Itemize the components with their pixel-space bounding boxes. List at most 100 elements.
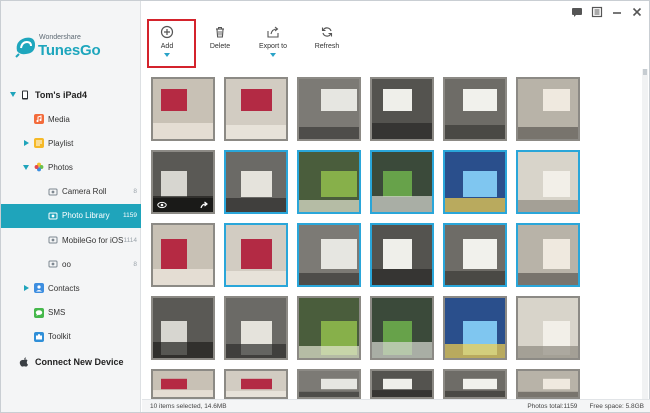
photo-image xyxy=(372,225,432,285)
photo-thumbnail[interactable] xyxy=(224,296,288,360)
photo-thumbnail[interactable] xyxy=(516,77,580,141)
sidebar-item-media[interactable]: Media xyxy=(1,107,141,131)
status-bar: 10 items selected, 14.6MB Photos total:1… xyxy=(142,399,650,412)
photo-image xyxy=(226,152,286,212)
photo-thumbnail[interactable] xyxy=(443,223,507,287)
sidebar-item-label: SMS xyxy=(48,308,66,318)
photo-thumbnail[interactable] xyxy=(443,369,507,399)
thumbnail-actions xyxy=(153,198,213,212)
photo-thumbnail[interactable] xyxy=(297,77,361,141)
toolbar: Add Delete Export to Refresh xyxy=(142,17,649,69)
add-highlight-box xyxy=(147,19,196,68)
photo-thumbnail[interactable] xyxy=(370,369,434,399)
photo-image xyxy=(299,371,359,397)
expand-arrow-icon[interactable] xyxy=(24,140,29,147)
photo-image xyxy=(153,371,213,397)
photo-image xyxy=(372,79,432,139)
contacts-icon xyxy=(34,283,44,294)
photo-image xyxy=(518,79,578,139)
photo-image xyxy=(226,225,286,285)
photo-thumbnail[interactable] xyxy=(516,150,580,214)
sidebar-item-label: Media xyxy=(48,114,70,124)
sidebar-item-label: Contacts xyxy=(48,283,80,293)
photo-image xyxy=(299,298,359,358)
photo-image xyxy=(226,79,286,139)
photo-thumbnail[interactable] xyxy=(297,223,361,287)
photo-thumbnail[interactable] xyxy=(151,369,215,399)
photo-thumbnail[interactable] xyxy=(151,296,215,360)
export-icon xyxy=(267,26,279,38)
photo-thumbnail[interactable] xyxy=(297,150,361,214)
photo-thumbnail[interactable] xyxy=(370,150,434,214)
photo-image xyxy=(226,298,286,358)
collapse-arrow-icon[interactable] xyxy=(10,92,16,97)
photo-thumbnail[interactable] xyxy=(297,369,361,399)
sidebar-item-sms[interactable]: SMS xyxy=(1,301,141,325)
photo-thumbnail[interactable] xyxy=(297,296,361,360)
item-count: 1114 xyxy=(123,236,138,244)
sidebar-item-camera-roll[interactable]: Camera Roll 8 xyxy=(1,180,141,204)
photos-icon xyxy=(34,163,44,172)
photo-thumbnail[interactable] xyxy=(151,150,215,214)
apple-icon xyxy=(19,357,28,367)
photo-thumbnail[interactable] xyxy=(516,369,580,399)
photo-thumbnail[interactable] xyxy=(370,223,434,287)
photo-image xyxy=(518,152,578,212)
photo-thumbnail[interactable] xyxy=(370,296,434,360)
eye-icon[interactable] xyxy=(157,200,167,210)
music-icon xyxy=(34,114,44,125)
photo-image xyxy=(445,79,505,139)
refresh-button[interactable]: Refresh xyxy=(297,21,357,65)
toolkit-icon xyxy=(34,331,44,342)
expand-arrow-icon[interactable] xyxy=(24,285,29,292)
export-label: Export to xyxy=(258,43,287,50)
ipad-icon xyxy=(22,90,28,100)
delete-button[interactable]: Delete xyxy=(190,21,250,65)
sidebar-item-label: Toolkit xyxy=(48,332,71,342)
export-button[interactable]: Export to xyxy=(243,21,303,65)
sidebar-item-playlist[interactable]: Playlist xyxy=(1,131,141,155)
album-icon xyxy=(48,188,58,196)
collapse-arrow-icon[interactable] xyxy=(23,165,29,171)
photo-thumbnail[interactable] xyxy=(516,296,580,360)
scrollbar-thumb[interactable] xyxy=(643,69,647,75)
sidebar-item-label: MobileGo for iOS xyxy=(62,235,124,245)
photo-thumbnail[interactable] xyxy=(224,369,288,399)
photo-image xyxy=(445,371,505,397)
delete-label: Delete xyxy=(209,43,231,50)
photo-image xyxy=(445,152,505,212)
photo-thumbnail[interactable] xyxy=(443,150,507,214)
refresh-icon xyxy=(321,27,333,37)
app-logo: Wondershare TunesGo xyxy=(13,31,137,61)
connect-new-device[interactable]: Connect New Device xyxy=(1,349,141,375)
sidebar-item-label: Playlist xyxy=(48,138,74,148)
dropdown-caret-icon[interactable] xyxy=(270,53,276,57)
sidebar-item-toolkit[interactable]: Toolkit xyxy=(1,325,141,349)
photo-thumbnail[interactable] xyxy=(370,77,434,141)
photo-thumbnail[interactable] xyxy=(151,77,215,141)
photo-thumbnail[interactable] xyxy=(151,223,215,287)
sidebar-item-mobilego[interactable]: MobileGo for iOS 1114 xyxy=(1,228,141,252)
sidebar-item-photos[interactable]: Photos xyxy=(1,155,141,179)
photo-thumbnail[interactable] xyxy=(516,223,580,287)
free-space: Free space: 5.8GB xyxy=(589,403,644,410)
photo-thumbnail[interactable] xyxy=(224,77,288,141)
photo-thumbnail[interactable] xyxy=(443,296,507,360)
sidebar-item-photo-library[interactable]: Photo Library 1159 xyxy=(1,203,141,228)
sidebar-item-label: Photo Library xyxy=(62,211,110,221)
photo-image xyxy=(299,79,359,139)
device-tree: Tom's iPad4 Media Playlist Photos Camera… xyxy=(1,83,141,375)
refresh-label: Refresh xyxy=(314,43,340,50)
share-arrow-icon[interactable] xyxy=(199,200,209,210)
sidebar-item-label: Photos xyxy=(48,162,73,172)
photo-image xyxy=(518,371,578,397)
photo-thumbnail[interactable] xyxy=(443,77,507,141)
device-item[interactable]: Tom's iPad4 xyxy=(1,83,141,107)
sidebar-item-contacts[interactable]: Contacts xyxy=(1,276,141,300)
sidebar-item-oo[interactable]: oo 8 xyxy=(1,252,141,276)
photo-thumbnail[interactable] xyxy=(224,223,288,287)
tunesgo-window: Wondershare TunesGo Tom's iPad4 Media Pl… xyxy=(0,0,650,413)
vertical-scrollbar[interactable] xyxy=(642,69,648,399)
selection-status: 10 items selected, 14.6MB xyxy=(150,403,227,410)
photo-thumbnail[interactable] xyxy=(224,150,288,214)
